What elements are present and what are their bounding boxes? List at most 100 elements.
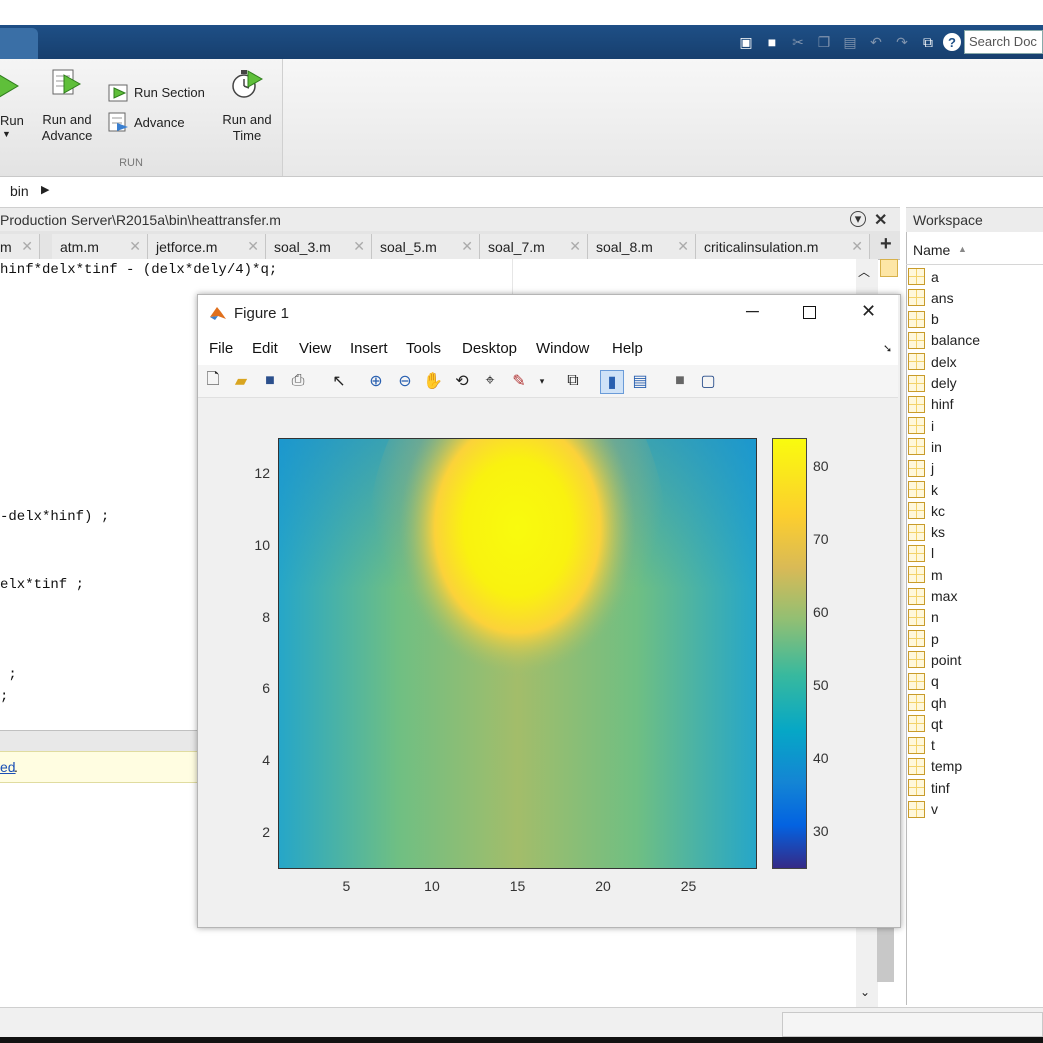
menu-file[interactable]: File <box>209 340 233 357</box>
workspace-variable[interactable]: delx <box>908 351 957 372</box>
workspace-variable[interactable]: in <box>908 436 942 457</box>
menu-tools[interactable]: Tools <box>406 340 441 357</box>
workspace-variable[interactable]: dely <box>908 373 957 394</box>
brush-icon[interactable]: ✎ <box>508 370 530 392</box>
editor-tab[interactable]: soal_5.m ✕ <box>372 234 480 259</box>
rotate-3d-icon[interactable]: ⟲ <box>451 370 473 392</box>
editor-tab[interactable]: soal_3.m ✕ <box>266 234 372 259</box>
workspace-variable[interactable]: hinf <box>908 394 954 415</box>
editor-menu-icon[interactable]: ▾ <box>850 211 866 227</box>
minimize-icon[interactable]: ─ <box>746 301 759 322</box>
menu-help[interactable]: Help <box>612 340 643 357</box>
menu-view[interactable]: View <box>299 340 331 357</box>
heatmap-plot[interactable] <box>278 438 757 869</box>
workspace-variable[interactable]: qh <box>908 692 947 713</box>
editor-tab[interactable]: soal_8.m ✕ <box>588 234 696 259</box>
save-figure-icon[interactable]: ■ <box>259 370 281 392</box>
run-dropdown-arrow-icon[interactable]: ▼ <box>2 129 11 139</box>
tab-close-icon[interactable]: ✕ <box>21 238 33 255</box>
workspace-variable[interactable]: qt <box>908 713 943 734</box>
workspace-variable[interactable]: kc <box>908 500 945 521</box>
scroll-up-icon[interactable]: ︿ <box>858 263 870 280</box>
tab-close-icon[interactable]: ✕ <box>677 238 689 255</box>
scrollbar-thumb[interactable] <box>877 925 894 982</box>
brush-dropdown-icon[interactable]: ▾ <box>531 370 553 392</box>
new-document-icon[interactable]: ▣ <box>735 31 757 53</box>
run-button[interactable]: Run <box>0 113 24 129</box>
maximize-icon[interactable] <box>803 306 816 319</box>
workspace-variable[interactable]: ks <box>908 522 945 543</box>
workspace-variable[interactable]: m <box>908 564 943 585</box>
close-icon[interactable]: ✕ <box>861 301 876 322</box>
advance-button[interactable]: Advance <box>134 115 185 131</box>
workspace-variable[interactable]: q <box>908 671 939 692</box>
tab-close-icon[interactable]: ✕ <box>129 238 141 255</box>
workspace-variable[interactable]: a <box>908 266 939 287</box>
redo-icon[interactable]: ↷ <box>891 31 913 53</box>
menu-desktop[interactable]: Desktop <box>462 340 517 357</box>
run-and-time-button[interactable]: Run and Time <box>216 112 278 144</box>
workspace-variable[interactable]: i <box>908 415 934 436</box>
editor-tab[interactable]: atm.m ✕ <box>52 234 148 259</box>
editor-tab[interactable]: m ✕ <box>0 234 40 259</box>
edit-plot-icon[interactable]: ↖ <box>328 370 350 392</box>
workspace-variable[interactable]: ans <box>908 287 954 308</box>
run-icon[interactable] <box>0 71 22 101</box>
workspace-variable[interactable]: balance <box>908 330 980 351</box>
workspace-variable[interactable]: temp <box>908 756 962 777</box>
workspace-variable[interactable]: k <box>908 479 938 500</box>
copy-icon[interactable]: ❐ <box>813 31 835 53</box>
search-documentation-input[interactable]: Search Doc <box>964 30 1043 54</box>
workspace-variable[interactable]: b <box>908 309 939 330</box>
tab-close-icon[interactable]: ✕ <box>247 238 259 255</box>
breadcrumb-arrow-icon[interactable]: ▶ <box>41 183 49 196</box>
menu-window[interactable]: Window <box>536 340 589 357</box>
workspace-variable[interactable]: j <box>908 458 934 479</box>
editor-close-icon[interactable]: ✕ <box>874 210 887 230</box>
insert-colorbar-icon[interactable]: ▮ <box>600 370 624 394</box>
dock-figure-icon[interactable]: ➘ <box>883 342 892 355</box>
workspace-variable[interactable]: tinf <box>908 777 950 798</box>
editor-tab[interactable]: soal_7.m ✕ <box>480 234 588 259</box>
print-figure-icon[interactable]: ⎙ <box>287 370 309 392</box>
menu-insert[interactable]: Insert <box>350 340 388 357</box>
tab-close-icon[interactable]: ✕ <box>353 238 365 255</box>
active-toolstrip-tab[interactable] <box>0 28 38 59</box>
name-column-header[interactable]: Name <box>913 242 950 258</box>
workspace-variable[interactable]: v <box>908 799 938 820</box>
link-plot-icon[interactable]: ⧉ <box>562 370 584 392</box>
undo-icon[interactable]: ↶ <box>865 31 887 53</box>
workspace-variable[interactable]: point <box>908 649 961 670</box>
tab-close-icon[interactable]: ✕ <box>569 238 581 255</box>
switch-windows-icon[interactable]: ⧉ <box>917 31 939 53</box>
colorbar[interactable] <box>772 438 807 869</box>
paste-icon[interactable]: ▤ <box>839 31 861 53</box>
breadcrumb-item-bin[interactable]: bin <box>10 183 29 199</box>
save-icon[interactable]: ■ <box>761 31 783 53</box>
data-cursor-icon[interactable]: ⌖ <box>479 370 501 392</box>
tab-close-icon[interactable]: ✕ <box>851 238 863 255</box>
run-and-advance-button[interactable]: Run and Advance <box>36 112 98 144</box>
new-tab-icon[interactable]: + <box>880 233 892 256</box>
insert-legend-icon[interactable]: ▤ <box>629 370 651 392</box>
help-icon[interactable]: ? <box>943 33 961 51</box>
show-plot-tools-icon[interactable]: ▢ <box>697 370 719 392</box>
editor-tab[interactable]: jetforce.m ✕ <box>148 234 266 259</box>
figure-title-bar[interactable]: Figure 1 ─ ✕ <box>198 295 898 331</box>
menu-edit[interactable]: Edit <box>252 340 278 357</box>
zoom-out-icon[interactable]: ⊖ <box>394 370 416 392</box>
workspace-variable[interactable]: t <box>908 735 935 756</box>
workspace-variable[interactable]: n <box>908 607 939 628</box>
scroll-down-icon[interactable]: ⌄ <box>860 985 870 999</box>
code-analyzer-indicator[interactable] <box>880 259 898 277</box>
workspace-variable[interactable]: max <box>908 586 957 607</box>
zoom-in-icon[interactable]: ⊕ <box>365 370 387 392</box>
new-figure-icon[interactable]: 🗋 <box>202 370 224 392</box>
hide-plot-tools-icon[interactable]: ■ <box>669 370 691 392</box>
editor-tab[interactable]: criticalinsulation.m ✕ <box>696 234 870 259</box>
pan-icon[interactable]: ✋ <box>422 370 444 392</box>
tab-close-icon[interactable]: ✕ <box>461 238 473 255</box>
workspace-column-header[interactable]: Name ▲ <box>906 236 1043 265</box>
workspace-variable[interactable]: l <box>908 543 934 564</box>
cut-icon[interactable]: ✂ <box>787 31 809 53</box>
